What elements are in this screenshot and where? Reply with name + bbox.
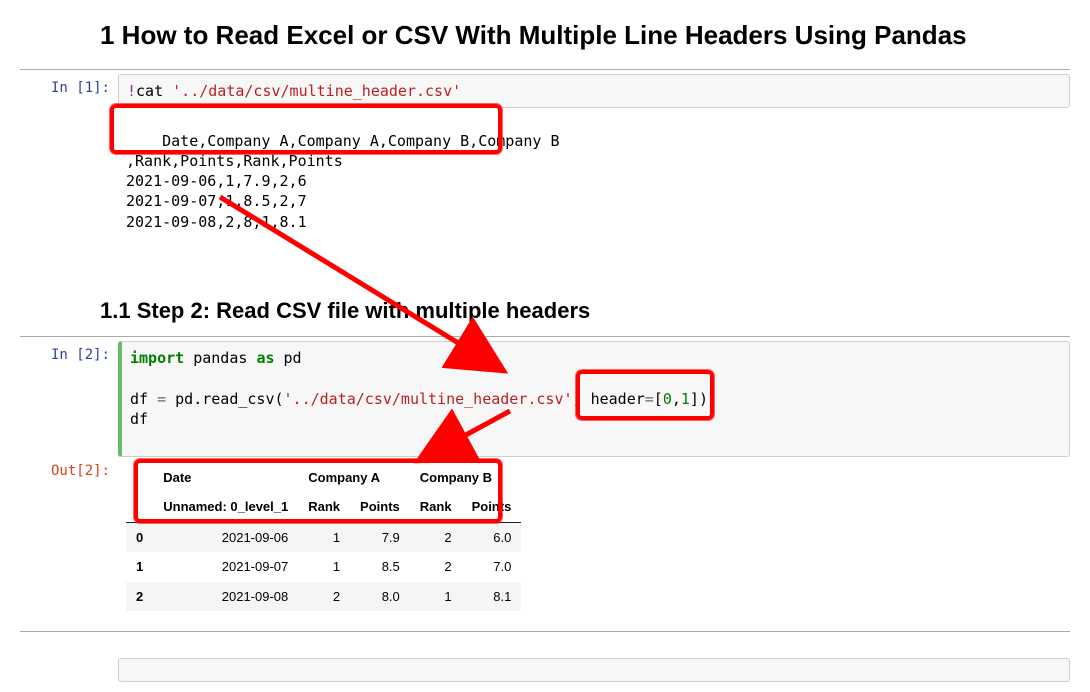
table-header: [126, 463, 153, 493]
section-subtitle: 1.1 Step 2: Read CSV file with multiple …: [100, 298, 1070, 324]
prompt-out-2: Out[2]:: [20, 457, 118, 479]
row-index: 1: [126, 552, 153, 582]
num: 1: [681, 390, 690, 408]
cell: 8.1: [462, 582, 522, 612]
code-text: ]): [690, 390, 708, 408]
cell: 2: [410, 522, 462, 552]
table-header: Date: [153, 463, 298, 493]
table-row: 2 2021-09-08 2 8.0 1 8.1: [126, 582, 521, 612]
code-cell-1-input[interactable]: !cat '../data/csv/multine_header.csv': [118, 74, 1070, 108]
csv-line: 2021-09-06,1,7.9,2,6: [126, 172, 307, 190]
table-header: Points: [350, 492, 410, 522]
cell: 2021-09-06: [153, 522, 298, 552]
code-text: cat: [136, 82, 172, 100]
prompt-in-1: In [1]:: [20, 74, 118, 96]
cell: 8.5: [350, 552, 410, 582]
table-header: Rank: [410, 492, 462, 522]
table-row: 1 2021-09-07 1 8.5 2 7.0: [126, 552, 521, 582]
code-cell-2-output-row: Out[2]: Date Company A Company B Unnamed…: [20, 457, 1070, 620]
code-cell-2-input[interactable]: import pandas as pd df = pd.read_csv('..…: [118, 341, 1070, 456]
code-text: pd: [275, 349, 302, 367]
cell: 7.9: [350, 522, 410, 552]
cell-2-output: Date Company A Company B Unnamed: 0_leve…: [118, 457, 1070, 620]
dataframe-table: Date Company A Company B Unnamed: 0_leve…: [126, 463, 521, 612]
prompt-empty: [20, 108, 118, 114]
cell: 2: [410, 552, 462, 582]
row-index: 2: [126, 582, 153, 612]
eq: =: [645, 390, 654, 408]
table-header-row-top: Date Company A Company B: [126, 463, 521, 493]
cell: 1: [298, 522, 350, 552]
code-text: pd.read_csv(: [166, 390, 283, 408]
table-row: 0 2021-09-06 1 7.9 2 6.0: [126, 522, 521, 552]
cell: 7.0: [462, 552, 522, 582]
bang-operator: !: [127, 82, 136, 100]
cell: 2: [298, 582, 350, 612]
cell: 1: [298, 552, 350, 582]
code-text: pandas: [184, 349, 256, 367]
cell: 8.0: [350, 582, 410, 612]
code-text: ,: [672, 390, 681, 408]
table-header-row-sub: Unnamed: 0_level_1 Rank Points Rank Poin…: [126, 492, 521, 522]
code-text: [: [654, 390, 663, 408]
table-header: Company B: [410, 463, 522, 493]
csv-line: 2021-09-08,2,8,1,8.1: [126, 213, 307, 231]
code-cell-2: In [2]: import pandas as pd df = pd.read…: [20, 341, 1070, 456]
csv-line: ,Rank,Points,Rank,Points: [126, 152, 343, 170]
code-text: df: [130, 410, 148, 428]
cell: 2021-09-07: [153, 552, 298, 582]
table-header: Points: [462, 492, 522, 522]
code-path: '../data/csv/multine_header.csv': [172, 82, 461, 100]
kw-import: import: [130, 349, 184, 367]
cell: 6.0: [462, 522, 522, 552]
cell-1-stdout: Date,Company A,Company A,Company B,Compa…: [118, 108, 1070, 280]
row-index: 0: [126, 522, 153, 552]
page-title: 1 How to Read Excel or CSV With Multiple…: [100, 20, 1070, 51]
csv-line: 2021-09-07,1,8.5,2,7: [126, 192, 307, 210]
next-empty-cell[interactable]: [118, 658, 1070, 682]
code-text: df: [130, 390, 157, 408]
prompt-in-2: In [2]:: [20, 341, 118, 363]
kw-as: as: [256, 349, 274, 367]
code-cell-1: In [1]: !cat '../data/csv/multine_header…: [20, 74, 1070, 108]
cell: 2021-09-08: [153, 582, 298, 612]
cell: 1: [410, 582, 462, 612]
table-header: Company A: [298, 463, 410, 493]
num: 0: [663, 390, 672, 408]
eq: =: [157, 390, 166, 408]
code-text: , header: [573, 390, 645, 408]
table-header: Rank: [298, 492, 350, 522]
csv-line: Date,Company A,Company A,Company B,Compa…: [162, 132, 559, 150]
table-header: [126, 492, 153, 522]
code-path: '../data/csv/multine_header.csv': [284, 390, 573, 408]
code-cell-1-output-row: Date,Company A,Company A,Company B,Compa…: [20, 108, 1070, 280]
table-header: Unnamed: 0_level_1: [153, 492, 298, 522]
